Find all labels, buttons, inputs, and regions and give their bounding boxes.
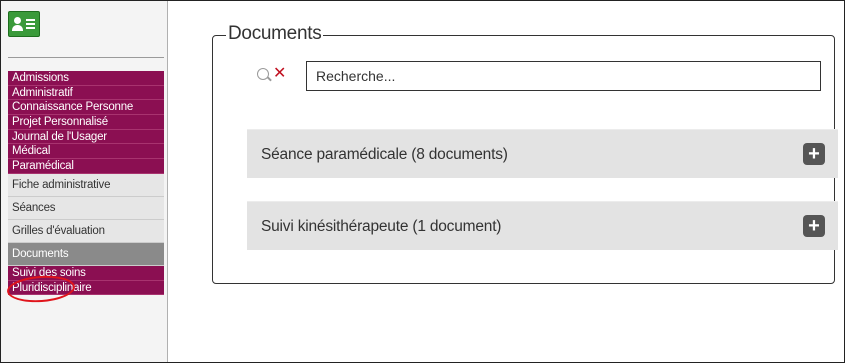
search-icon[interactable]	[257, 68, 269, 80]
search-input[interactable]	[306, 61, 821, 91]
clear-icon[interactable]: ✕	[273, 64, 286, 84]
sidebar-menu: Admissions Administratif Connaissance Pe…	[8, 71, 164, 296]
document-group-suivi-kinesitherapeute[interactable]: Suivi kinésithérapeute (1 document) +	[247, 201, 838, 250]
app-window: Admissions Administratif Connaissance Pe…	[0, 0, 845, 363]
sidebar-subitem-grilles-evaluation[interactable]: Grilles d'évaluation	[8, 219, 164, 243]
sidebar-item-medical[interactable]: Médical	[8, 144, 164, 160]
document-group-label: Suivi kinésithérapeute (1 document)	[261, 218, 502, 235]
sidebar-item-administratif[interactable]: Administratif	[8, 85, 164, 101]
sidebar-item-admissions[interactable]: Admissions	[8, 71, 164, 86]
sidebar-item-connaissance-personne[interactable]: Connaissance Personne	[8, 100, 164, 116]
sidebar-subitem-seances[interactable]: Séances	[8, 196, 164, 220]
sidebar-subitem-fiche-administrative[interactable]: Fiche administrative	[8, 173, 164, 197]
sidebar-divider	[8, 57, 164, 58]
sidebar-item-projet-personnalise[interactable]: Projet Personnalisé	[8, 115, 164, 130]
panel-title: Documents	[226, 23, 324, 45]
plus-icon[interactable]: +	[803, 215, 825, 237]
document-group-label: Séance paramédicale (8 documents)	[261, 146, 508, 163]
sidebar-item-journal-usager[interactable]: Journal de l'Usager	[8, 129, 164, 145]
plus-icon[interactable]: +	[803, 143, 825, 165]
sidebar-item-paramedical[interactable]: Paramédical	[8, 159, 164, 174]
document-group-seance-paramedicale[interactable]: Séance paramédicale (8 documents) +	[247, 129, 838, 178]
sidebar: Admissions Administratif Connaissance Pe…	[1, 1, 168, 362]
sidebar-subitem-documents[interactable]: Documents	[8, 242, 164, 266]
contact-card-icon[interactable]	[8, 11, 40, 37]
